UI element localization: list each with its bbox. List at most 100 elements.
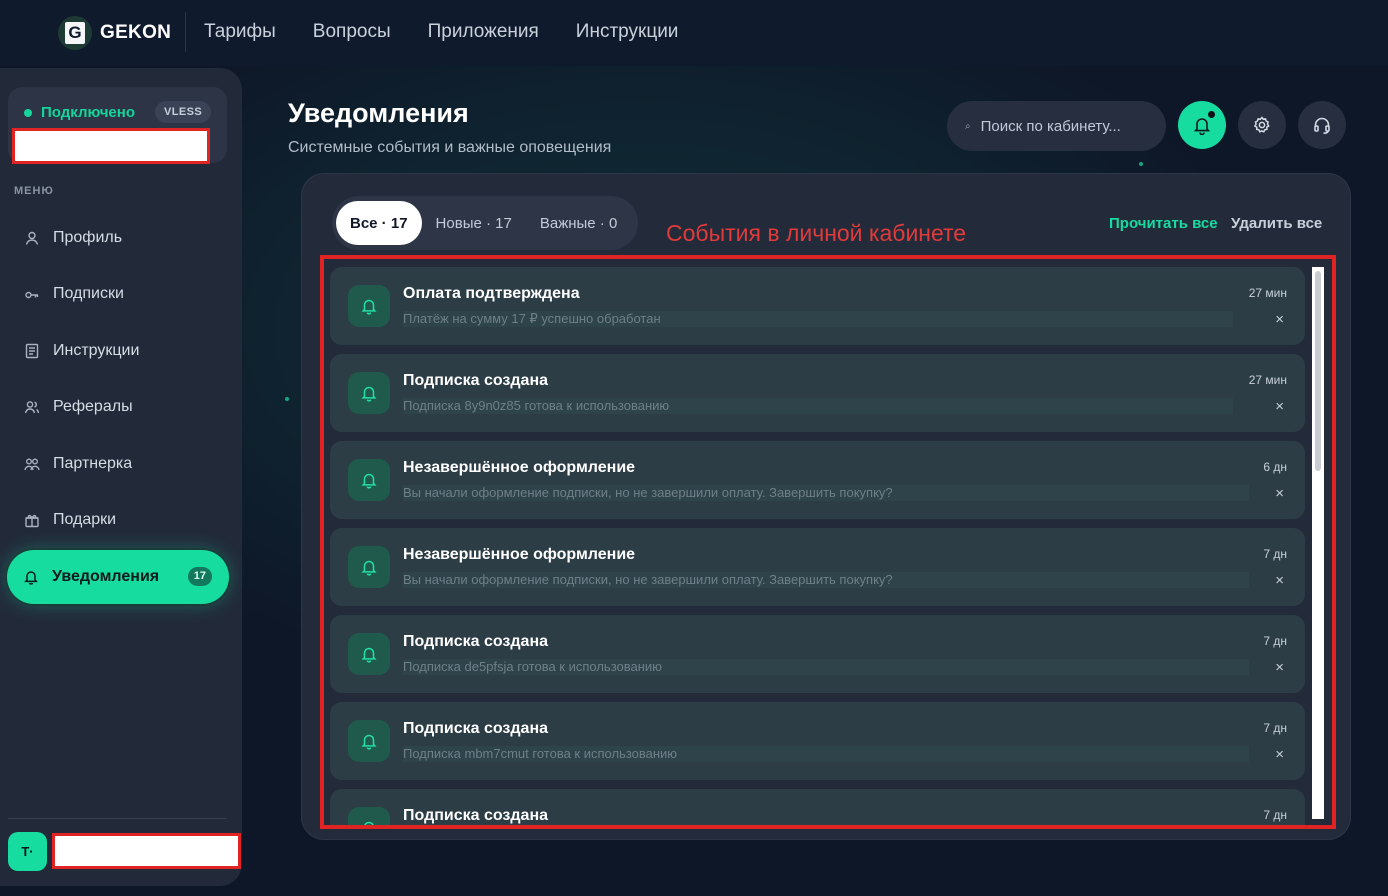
notification-item[interactable]: Незавершённое оформление Вы начали оформ… <box>330 441 1305 519</box>
sidebar-item-label: Подарки <box>53 511 117 528</box>
sidebar-item-notifications[interactable]: Уведомления 17 <box>7 550 229 604</box>
bell-icon <box>348 807 390 825</box>
sidebar-item-label: Инструкции <box>53 342 140 359</box>
page-title: Уведомления <box>288 98 469 128</box>
notification-body: Вы начали оформление подписки, но не зав… <box>403 485 1249 501</box>
redacted-field <box>12 128 210 164</box>
partners-icon <box>24 456 40 472</box>
notification-title: Подписка создана <box>403 807 548 824</box>
tab-important[interactable]: Важные · 0 <box>526 201 631 245</box>
nav-link-questions[interactable]: Вопросы <box>313 21 391 43</box>
top-navbar: G GEKON Тарифы Вопросы Приложения Инстру… <box>0 0 1388 66</box>
close-icon[interactable]: × <box>1275 398 1284 415</box>
support-button[interactable] <box>1298 101 1346 149</box>
bell-icon <box>23 569 39 585</box>
bell-icon <box>348 546 390 588</box>
sidebar-item-gifts[interactable]: Подарки <box>8 498 227 542</box>
headset-icon <box>1312 115 1332 135</box>
read-all-button[interactable]: Прочитать все <box>1109 215 1218 232</box>
notification-time: 27 мин <box>1248 373 1287 387</box>
close-icon[interactable]: × <box>1275 485 1284 502</box>
close-icon[interactable]: × <box>1275 746 1284 763</box>
nav-link-apps[interactable]: Приложения <box>428 21 539 43</box>
notification-title: Незавершённое оформление <box>403 459 636 476</box>
notification-body: Вы начали оформление подписки, но не зав… <box>403 572 1249 588</box>
notification-item[interactable]: Оплата подтверждена Платёж на сумму 17 ₽… <box>330 267 1305 345</box>
notification-time: 27 мин <box>1248 286 1287 300</box>
tab-all[interactable]: Все · 17 <box>336 201 422 245</box>
bell-icon <box>348 633 390 675</box>
notification-item[interactable]: Подписка создана Подписка 8y9n0z85 готов… <box>330 354 1305 432</box>
sidebar-item-partners[interactable]: Партнерка <box>8 442 227 486</box>
brand-logo-icon: G <box>58 16 92 50</box>
sidebar-item-instructions[interactable]: Инструкции <box>8 329 227 373</box>
bell-icon <box>348 720 390 762</box>
tab-new[interactable]: Новые · 17 <box>422 201 526 245</box>
menu-caption: МЕНЮ <box>14 185 54 197</box>
notification-count-badge: 17 <box>187 567 212 586</box>
notification-time: 7 дн <box>1263 808 1287 822</box>
close-icon[interactable]: × <box>1275 311 1284 328</box>
users-icon <box>24 399 40 415</box>
close-icon[interactable]: × <box>1275 659 1284 676</box>
sidebar-item-referrals[interactable]: Рефералы <box>8 385 227 429</box>
search-icon: ⌕ <box>965 120 971 132</box>
nav-divider <box>185 12 186 52</box>
search-input[interactable] <box>980 117 1141 135</box>
gift-icon <box>24 512 40 528</box>
sidebar-item-subscriptions[interactable]: Подписки <box>8 272 227 316</box>
notification-item[interactable]: Подписка создана 7 дн <box>330 789 1305 825</box>
sidebar-divider <box>8 818 227 819</box>
notification-body: Подписка mbm7cmut готова к использованию <box>403 746 1249 762</box>
notifications-panel: Все · 17 Новые · 17 Важные · 0 События в… <box>302 174 1350 839</box>
sidebar: Подключено VLESS МЕНЮ Профиль Подписки И… <box>0 68 242 886</box>
sidebar-item-label: Рефералы <box>53 398 133 415</box>
sidebar-item-profile[interactable]: Профиль <box>8 216 227 260</box>
protocol-badge: VLESS <box>155 101 212 123</box>
bell-icon <box>348 459 390 501</box>
scrollbar-thumb[interactable] <box>1315 271 1321 471</box>
notification-title: Подписка создана <box>403 720 548 737</box>
key-icon <box>24 286 40 302</box>
filter-tabs: Все · 17 Новые · 17 Важные · 0 <box>332 196 638 250</box>
search-box[interactable]: ⌕ <box>947 101 1166 151</box>
sidebar-item-label: Уведомления <box>52 568 160 585</box>
top-nav-links: Тарифы Вопросы Приложения Инструкции <box>204 21 715 43</box>
status-dot-icon <box>24 109 32 117</box>
notification-body: Подписка 8y9n0z85 готова к использованию <box>403 398 1233 414</box>
avatar[interactable]: T· <box>8 832 47 871</box>
connection-status: Подключено <box>41 104 135 121</box>
decor-dot <box>1139 162 1143 166</box>
close-icon[interactable]: × <box>1275 572 1284 589</box>
gear-icon <box>1252 115 1272 135</box>
bell-icon <box>348 285 390 327</box>
notification-time: 6 дн <box>1263 460 1287 474</box>
notification-item[interactable]: Подписка создана Подписка mbm7cmut готов… <box>330 702 1305 780</box>
sidebar-item-label: Профиль <box>53 229 123 246</box>
notification-list[interactable]: Оплата подтверждена Платёж на сумму 17 ₽… <box>320 255 1336 829</box>
notification-item[interactable]: Подписка создана Подписка de5pfsja готов… <box>330 615 1305 693</box>
notification-body: Платёж на сумму 17 ₽ успешно обработан <box>403 311 1233 327</box>
sidebar-item-label: Партнерка <box>53 455 133 472</box>
brand[interactable]: G GEKON <box>58 16 171 50</box>
logo-letter: G <box>65 22 85 44</box>
notification-time: 7 дн <box>1263 547 1287 561</box>
settings-button[interactable] <box>1238 101 1286 149</box>
delete-all-button[interactable]: Удалить все <box>1231 215 1322 232</box>
notification-title: Незавершённое оформление <box>403 546 636 563</box>
user-icon <box>24 230 40 246</box>
annotation-label: События в личной кабинете <box>666 220 967 246</box>
notifications-button[interactable] <box>1178 101 1226 149</box>
nav-link-instructions[interactable]: Инструкции <box>576 21 679 43</box>
bell-icon <box>348 372 390 414</box>
document-icon <box>24 343 40 359</box>
notification-body: Подписка de5pfsja готова к использованию <box>403 659 1249 675</box>
notification-item[interactable]: Незавершённое оформление Вы начали оформ… <box>330 528 1305 606</box>
sidebar-item-label: Подписки <box>53 285 124 302</box>
decor-dot <box>285 397 289 401</box>
nav-link-tariffs[interactable]: Тарифы <box>204 21 276 43</box>
notification-time: 7 дн <box>1263 721 1287 735</box>
page-subtitle: Системные события и важные оповещения <box>288 139 612 156</box>
unread-dot-icon <box>1207 110 1216 119</box>
brand-name: GEKON <box>100 22 172 43</box>
